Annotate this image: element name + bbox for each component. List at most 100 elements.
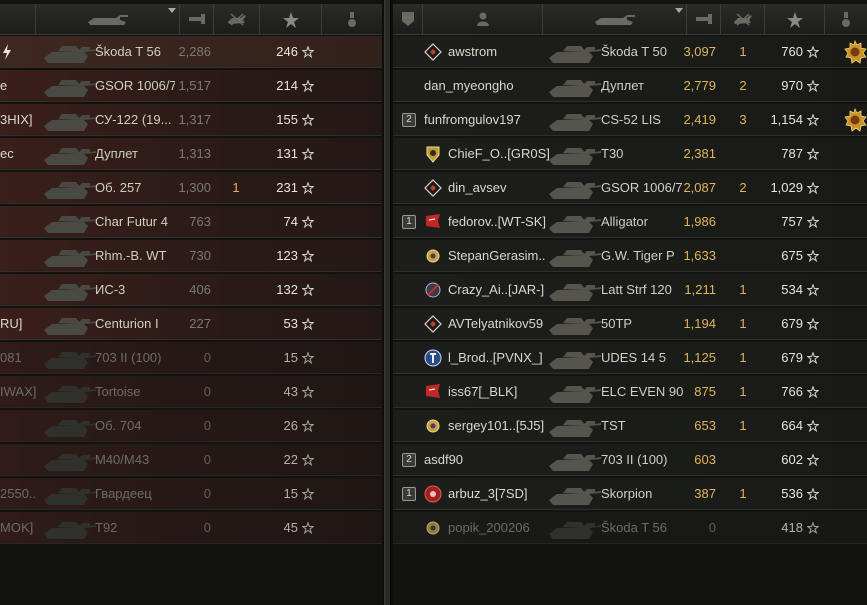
star-icon: [807, 284, 819, 296]
xp-value: 26: [283, 418, 298, 433]
ally-player-row[interactable]: iss67[_BLK] ELC EVEN 90 875 1 766: [393, 376, 867, 408]
damage-value: 653: [694, 418, 716, 433]
damage-value: 1,517: [178, 78, 211, 93]
ally-player-row[interactable]: 1 fedorov..[WT-SK] Alligator 1,986 757: [393, 206, 867, 238]
enemy-player-row[interactable]: 2550.. Гвардеец 0 15: [0, 478, 382, 510]
vehicle-name: Об. 257: [95, 180, 142, 195]
enemy-player-row[interactable]: MOK] T92 0 45: [0, 512, 382, 544]
xp-value: 757: [781, 214, 803, 229]
ally-player-row[interactable]: awstrom Škoda T 50 3,097 1 760: [393, 36, 867, 68]
kills-value: 1: [739, 44, 747, 59]
xp-value: 22: [283, 452, 298, 467]
xp-value: 155: [276, 112, 298, 127]
player-name: popik_200206: [448, 520, 530, 535]
xp-value: 760: [781, 44, 803, 59]
tank-silhouette-icon: [44, 148, 96, 165]
star-icon: [807, 488, 819, 500]
kills-column-header[interactable]: [214, 4, 260, 34]
star-icon: [302, 182, 314, 194]
enemy-player-row[interactable]: ИС-3 406 132: [0, 274, 382, 306]
damage-column-header[interactable]: [687, 4, 721, 34]
player-name: [0, 444, 38, 476]
player-name: [0, 274, 38, 306]
platoon-column-header[interactable]: [393, 4, 423, 34]
ally-player-row[interactable]: l_Brod..[PVNX_] UDES 14 5 1,125 1 679: [393, 342, 867, 374]
diamond3-clan-emblem-icon: [424, 179, 442, 197]
player-name: IWAX]: [0, 384, 37, 399]
enemy-player-row[interactable]: RU] Centurion I 227 53: [0, 308, 382, 340]
kills-value: [214, 104, 258, 136]
vehicle-column-header[interactable]: [543, 4, 687, 34]
star-icon: [302, 46, 314, 58]
diamond-clan-emblem-icon: [424, 315, 442, 333]
enemy-player-row[interactable]: Škoda T 56 2,286 246: [0, 36, 382, 68]
enemy-player-row[interactable]: Char Futur 4 763 74: [0, 206, 382, 238]
flag-clan-emblem-icon: [426, 214, 440, 228]
star-icon: [302, 250, 314, 262]
medal-column-header[interactable]: [322, 4, 382, 34]
tank-silhouette-icon: [549, 488, 601, 505]
ally-player-row[interactable]: AVTelyatnikov59 50TP 1,194 1 679: [393, 308, 867, 340]
tank-silhouette-icon: [549, 114, 601, 131]
xp-value: 43: [283, 384, 298, 399]
kills-value: [214, 70, 258, 102]
tank-silhouette-icon: [44, 488, 96, 505]
enemy-player-row[interactable]: M40/M43 0 22: [0, 444, 382, 476]
player-name: [0, 172, 38, 204]
platoon-badge: 1: [402, 215, 416, 229]
xp-column-header[interactable]: [765, 4, 825, 34]
vehicle-name: Škoda T 56: [95, 44, 162, 59]
platoon-header-icon: [401, 12, 414, 26]
kills-value: [214, 274, 258, 306]
xp-column-header[interactable]: [260, 4, 322, 34]
ally-player-row[interactable]: StepanGerasim.. G.W. Tiger P 1,633 675: [393, 240, 867, 272]
sort-arrow-icon: [168, 8, 176, 13]
tank-silhouette-icon: [44, 114, 96, 131]
kills-value: [214, 512, 258, 544]
xp-value: 679: [781, 316, 803, 331]
ally-player-row[interactable]: 2 funfromgulov197 CS-52 LIS 2,419 3 1,154: [393, 104, 867, 136]
ally-player-row[interactable]: sergey101..[5J5] TST 653 1 664: [393, 410, 867, 442]
vehicle-name: Дуплет: [95, 146, 138, 161]
vehicle-column-header[interactable]: [36, 4, 180, 34]
xp-value: 664: [781, 418, 803, 433]
achievement-medal-icon[interactable]: [843, 108, 867, 132]
platoon-badge: 2: [402, 113, 416, 127]
redcircle-clan-emblem-icon: [424, 485, 442, 503]
ally-player-row[interactable]: 1 arbuz_3[7SD] Skorpion 387 1 536: [393, 478, 867, 510]
enemy-player-row[interactable]: Rhm.-B. WT 730 123: [0, 240, 382, 272]
damage-column-header[interactable]: [180, 4, 214, 34]
kills-value: 1: [739, 316, 747, 331]
player-column-header[interactable]: [0, 4, 36, 34]
enemy-player-row[interactable]: IWAX] Tortoise 0 43: [0, 376, 382, 408]
tank-silhouette-icon: [549, 46, 601, 63]
ally-player-row[interactable]: dan_myeongho Дуплет 2,779 2 970: [393, 70, 867, 102]
enemy-player-row[interactable]: Об. 704 0 26: [0, 410, 382, 442]
player-column-header[interactable]: [423, 4, 543, 34]
enemy-player-row[interactable]: 3HIX] СУ-122 (19... 1,317 155: [0, 104, 382, 136]
player-name: 2550..: [0, 486, 37, 501]
vehicle-header-icon: [594, 15, 635, 25]
ally-player-row[interactable]: ChieF_O..[GR0S] T30 2,381 787: [393, 138, 867, 170]
kills-value: [721, 138, 765, 170]
enemy-player-row[interactable]: 081 703 II (100) 0 15: [0, 342, 382, 374]
ally-player-row[interactable]: 2 asdf90 703 II (100) 603 602: [393, 444, 867, 476]
tank-silhouette-icon: [549, 148, 601, 165]
enemy-player-row[interactable]: e GSOR 1006/7 1,517 214: [0, 70, 382, 102]
ally-player-row[interactable]: din_avsev GSOR 1006/7 2,087 2 1,029: [393, 172, 867, 204]
kills-header-icon: [227, 13, 246, 26]
achievement-medal-icon[interactable]: [843, 40, 867, 64]
medal-column-header[interactable]: [825, 4, 867, 34]
player-name: MOK]: [0, 520, 34, 535]
kills-value: [214, 138, 258, 170]
star-icon: [302, 216, 314, 228]
medal-header-icon: [842, 12, 850, 27]
enemy-player-row[interactable]: Об. 257 1,300 1 231: [0, 172, 382, 204]
damage-value: 0: [203, 452, 211, 467]
ally-player-row[interactable]: popik_200206 Škoda T 56 0 418: [393, 512, 867, 544]
ally-player-row[interactable]: Crazy_Ai..[JAR-] Latt Strf 120 1,211 1 534: [393, 274, 867, 306]
kills-column-header[interactable]: [721, 4, 765, 34]
enemy-player-row[interactable]: ec Дуплет 1,313 131: [0, 138, 382, 170]
tank-silhouette-icon: [44, 454, 96, 471]
player-name: [0, 410, 38, 442]
